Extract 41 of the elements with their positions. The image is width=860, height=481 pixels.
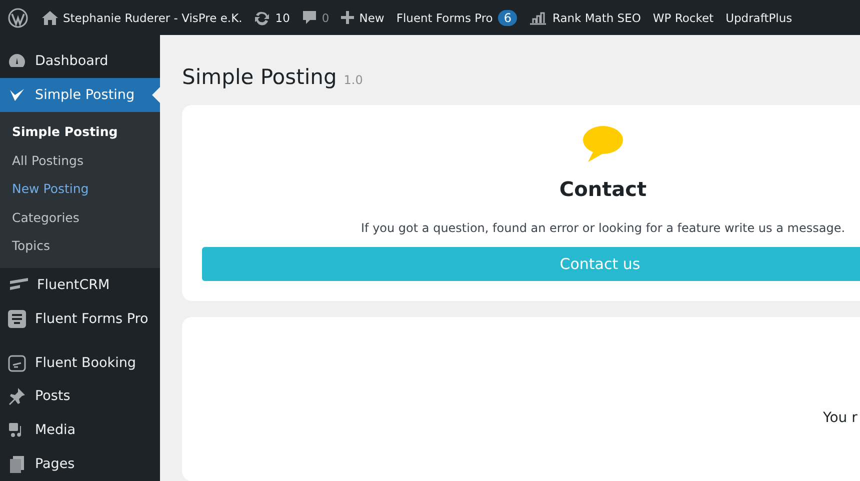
form-icon [8,310,26,328]
calendar-icon [8,354,26,372]
bar-chart-icon [529,10,548,24]
dashboard-icon [8,52,26,69]
submenu-item[interactable]: Simple Posting [0,118,160,146]
sidebar-item[interactable]: FluentCRM [0,268,160,302]
home-icon [42,10,58,24]
sidebar-item[interactable]: Fluent Forms Pro [0,302,160,336]
sidebar-item[interactable]: Fluent Booking [0,346,160,380]
wordpress-logo-icon[interactable] [8,8,28,28]
admin-bar-link[interactable]: Fluent Forms Pro 6 [390,0,524,35]
count-badge: 6 [498,10,518,26]
refresh-icon [254,10,270,26]
sidebar-item[interactable]: Media [0,413,160,448]
contact-text: If you got a question, found an error or looking for a feature write us a message. [360,221,846,235]
admin-bar-link[interactable]: Rank Math SEO [523,0,647,35]
updates-link[interactable]: 10 [248,0,296,35]
submenu-item[interactable]: New Posting [0,174,160,204]
admin-bar-link[interactable]: WP Rocket [646,0,720,35]
comments-link[interactable]: 0 [296,0,336,35]
submenu-item[interactable]: Categories [0,203,160,232]
speech-bubble-icon [302,10,317,25]
stripes-icon [8,278,28,292]
page-title: Simple Posting 1.0 [182,65,364,89]
site-name-link[interactable]: Stephanie Ruderer - VisPre e.K. [36,0,248,35]
pin-icon [8,387,26,406]
sidebar-item[interactable]: Dashboard [0,44,160,78]
submenu-item[interactable]: Topics [0,232,160,260]
check-icon [8,86,26,103]
submenu-item[interactable]: All Postings [0,146,160,175]
version-label: 1.0 [344,73,363,87]
admin-bar-link[interactable]: UpdraftPlus [720,0,798,35]
sidebar-item[interactable]: Simple Posting [0,78,160,112]
contact-heading: Contact [559,177,647,201]
new-link[interactable]: New [335,0,390,35]
sidebar-item[interactable]: Posts [0,380,160,414]
speech-bubble-icon [582,125,624,163]
plus-icon [341,11,354,24]
card-text: You r [823,410,858,426]
sidebar-item[interactable]: Pages [0,447,160,481]
pages-icon [8,455,26,474]
